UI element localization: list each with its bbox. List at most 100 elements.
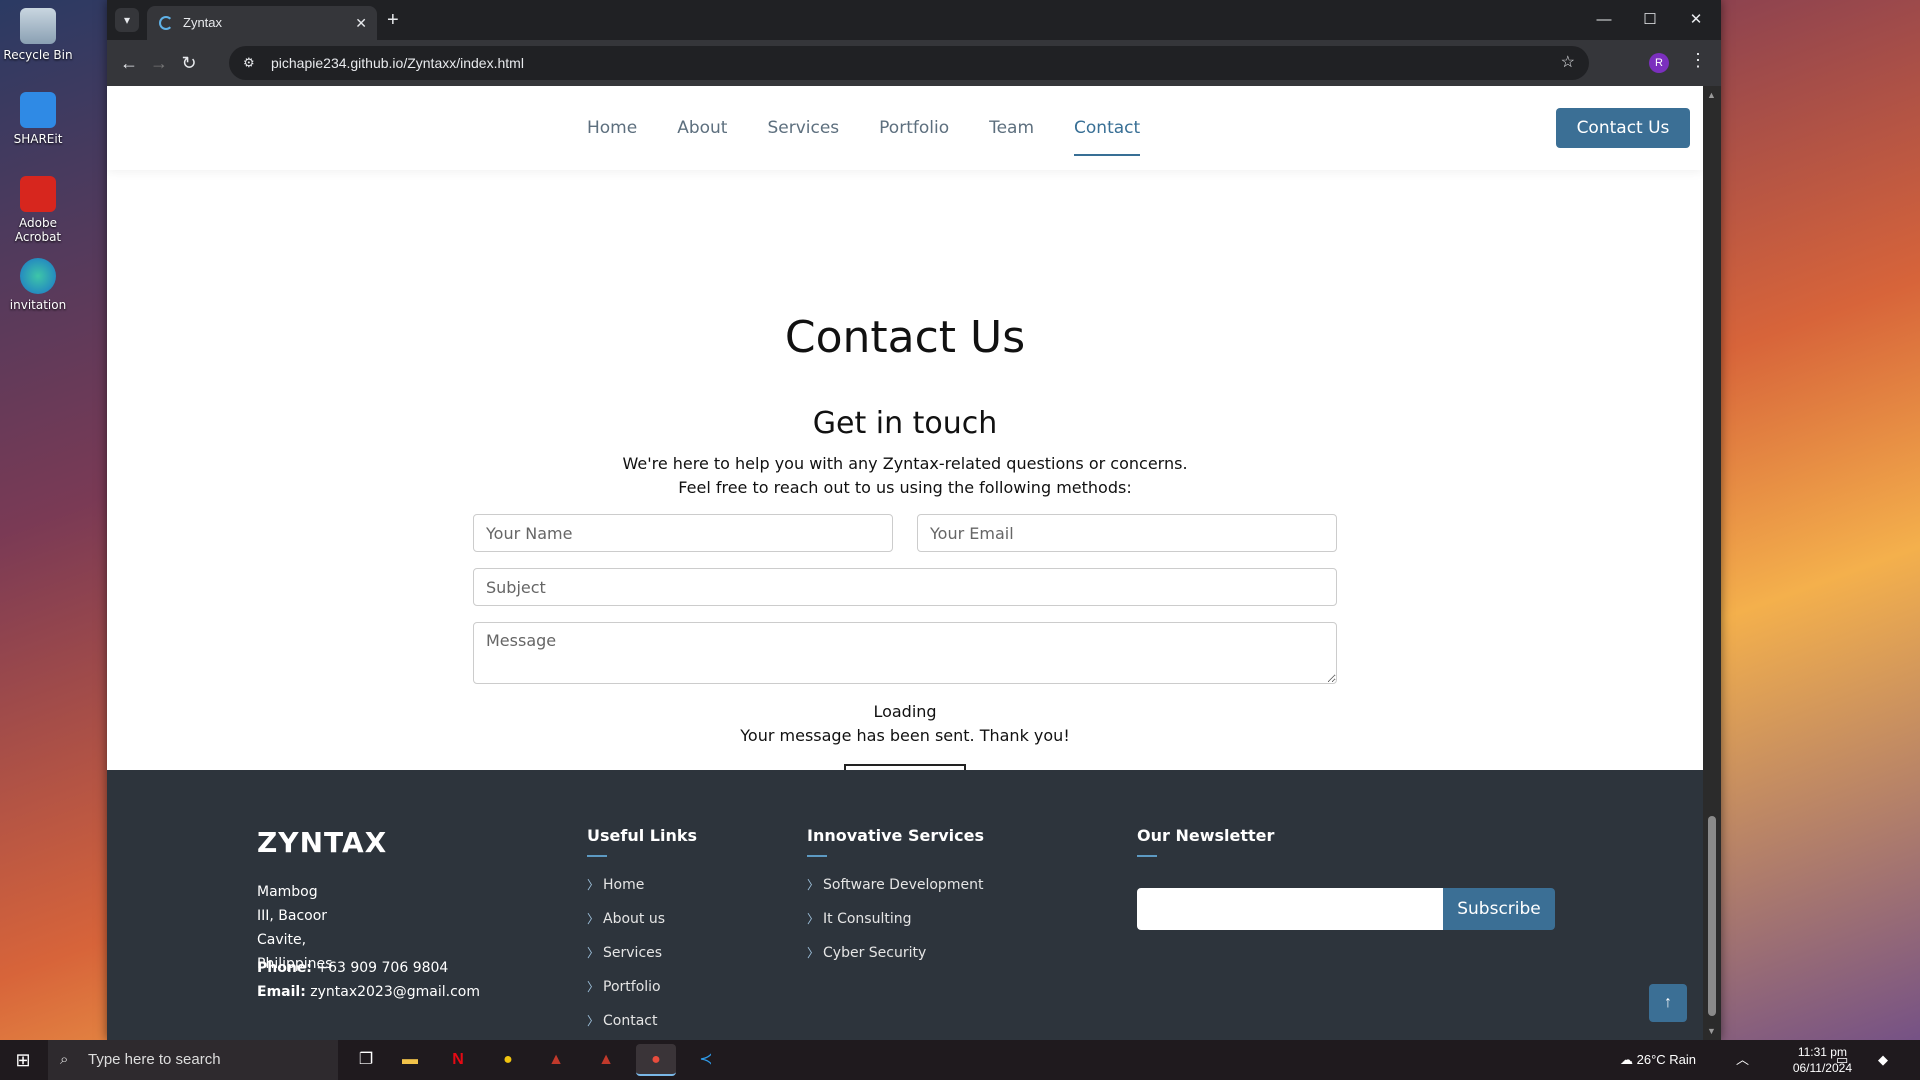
subject-field[interactable] [473, 568, 1337, 606]
intro-line-1: We're here to help you with any Zyntax-r… [622, 454, 1188, 473]
footer-link-portfolio[interactable]: 〉 Portfolio [587, 970, 665, 1004]
tray-overflow-icon[interactable]: ︿ [1736, 1040, 1749, 1080]
page-title: Contact Us [784, 312, 1026, 363]
email-value: zyntax2023@gmail.com [310, 984, 480, 1000]
scrollbar-thumb[interactable] [1708, 816, 1716, 1016]
newsletter-title: Our Newsletter [1137, 826, 1275, 857]
service-label: It Consulting [823, 911, 912, 927]
back-to-top-button[interactable]: ↑ [1649, 984, 1687, 1022]
search-icon: ⌕ [60, 1051, 69, 1068]
footer-service-security[interactable]: 〉 Cyber Security [807, 936, 983, 970]
tab-search-button[interactable]: ▾ [115, 8, 139, 32]
page-scrollbar[interactable]: ▲ ▼ [1703, 86, 1721, 1040]
browser-tab[interactable]: Zyntax ✕ [147, 6, 377, 40]
message-field[interactable] [473, 622, 1337, 684]
desktop-icon-label: Adobe Acrobat [14, 216, 62, 244]
service-label: Software Development [823, 877, 984, 893]
back-button[interactable]: ← [117, 51, 141, 75]
footer-link-services[interactable]: 〉 Services [587, 936, 665, 970]
footer-brand: ZYNTAX [257, 826, 388, 859]
loading-favicon-icon [159, 16, 173, 30]
nav-portfolio[interactable]: Portfolio [859, 86, 969, 170]
newsletter-email-input[interactable] [1137, 888, 1443, 930]
footer-link-about[interactable]: 〉 About us [587, 902, 665, 936]
link-label: Home [603, 877, 645, 893]
loading-text: Loading [873, 702, 937, 721]
chevron-right-icon: 〉 [587, 912, 600, 926]
phone-value: +63 909 706 9804 [316, 960, 449, 976]
subscribe-button[interactable]: Subscribe [1443, 888, 1555, 930]
site-info-icon[interactable]: ⚙ [243, 46, 255, 80]
section-subtitle: Get in touch [812, 406, 998, 441]
taskbar-search[interactable]: ⌕ Type here to search [48, 1040, 338, 1080]
footer-contact-info: Phone: +63 909 706 9804 Email: zyntax202… [257, 956, 480, 1004]
chrome-icon[interactable]: ● [488, 1044, 528, 1076]
minimize-button[interactable]: — [1581, 0, 1627, 40]
useful-links-list: 〉 Home 〉 About us 〉 Services 〉 Portfolio 〉 Co… [587, 868, 665, 1038]
forward-button[interactable]: → [147, 51, 171, 75]
link-label: Portfolio [603, 979, 661, 995]
vscode-icon[interactable]: ≺ [686, 1044, 726, 1076]
nav-home[interactable]: Home [567, 86, 657, 170]
browser-toolbar: ← → ↻ ⚙ pichapie234.github.io/Zyntaxx/in… [107, 40, 1721, 86]
netflix-icon[interactable]: N [438, 1044, 478, 1076]
intro-text: We're here to help you with any Zyntax-r… [107, 452, 1703, 500]
desktop-icon-recycle-bin[interactable]: Recycle Bin [0, 8, 76, 62]
newsletter-form: Subscribe [1137, 888, 1555, 930]
site-header: Home About Services Portfolio Team Conta… [107, 86, 1703, 170]
header-contact-button[interactable]: Contact Us [1556, 108, 1690, 148]
footer-service-consulting[interactable]: 〉 It Consulting [807, 902, 983, 936]
desktop-icon-invitation[interactable]: invitation [0, 258, 76, 312]
desktop-icon-label: SHAREit [13, 132, 63, 146]
name-field[interactable] [473, 514, 893, 552]
close-tab-icon[interactable]: ✕ [355, 6, 367, 40]
weather-widget[interactable]: ☁ 26°C Rain [1620, 1040, 1696, 1080]
link-label: Contact [603, 1013, 658, 1029]
email-field[interactable] [917, 514, 1337, 552]
desktop-icon-shareit[interactable]: SHAREit [0, 92, 76, 146]
scroll-down-icon[interactable]: ▼ [1707, 1026, 1716, 1036]
footer-link-contact[interactable]: 〉 Contact [587, 1004, 665, 1038]
scroll-up-icon[interactable]: ▲ [1707, 90, 1716, 100]
chevron-right-icon: 〉 [807, 878, 820, 892]
browser-menu-icon[interactable]: ⋮ [1689, 50, 1707, 71]
close-window-button[interactable]: ✕ [1673, 0, 1719, 40]
footer-service-software[interactable]: 〉 Software Development [807, 868, 983, 902]
browser-window: ▾ Zyntax ✕ + — ☐ ✕ ← → ↻ ⚙ pichapie234.g… [107, 0, 1721, 1040]
chevron-right-icon: 〉 [807, 946, 820, 960]
game-app-2-icon[interactable]: ▲ [586, 1044, 626, 1076]
chevron-right-icon: 〉 [587, 980, 600, 994]
nav-about[interactable]: About [657, 86, 747, 170]
nav-team[interactable]: Team [969, 86, 1054, 170]
nav-contact[interactable]: Contact [1054, 86, 1160, 170]
weather-text: 26°C Rain [1636, 1052, 1697, 1067]
email-label: Email: [257, 984, 306, 1000]
desktop-icon-adobe-acrobat[interactable]: Adobe Acrobat [0, 176, 76, 244]
nav-services[interactable]: Services [747, 86, 859, 170]
link-label: Services [603, 945, 663, 961]
new-tab-button[interactable]: + [387, 8, 399, 32]
windows-start-icon[interactable]: ⊞ [0, 1040, 46, 1080]
edge-icon [20, 258, 56, 294]
notifications-icon[interactable]: ▭ [1836, 1040, 1848, 1080]
adobe-acrobat-icon [20, 176, 56, 212]
footer-link-home[interactable]: 〉 Home [587, 868, 665, 902]
link-label: About us [603, 911, 666, 927]
address-bar[interactable]: ⚙ pichapie234.github.io/Zyntaxx/index.ht… [229, 46, 1589, 80]
intro-line-2: Feel free to reach out to us using the f… [678, 478, 1132, 497]
recycle-bin-icon [20, 8, 56, 44]
file-explorer-icon[interactable]: ▬ [390, 1044, 430, 1076]
task-view-icon[interactable]: ❐ [346, 1044, 386, 1076]
tab-title: Zyntax [183, 15, 223, 30]
chevron-right-icon: 〉 [807, 912, 820, 926]
chevron-right-icon: 〉 [587, 1014, 600, 1028]
game-app-icon[interactable]: ▲ [536, 1044, 576, 1076]
maximize-button[interactable]: ☐ [1627, 0, 1673, 40]
bookmark-star-icon[interactable]: ☆ [1561, 46, 1575, 80]
reload-button[interactable]: ↻ [177, 51, 201, 75]
profile-avatar[interactable]: R [1649, 53, 1669, 73]
copilot-icon[interactable]: ◆ [1878, 1040, 1888, 1080]
chrome-profile-icon[interactable]: ● [636, 1044, 676, 1076]
services-title: Innovative Services [807, 826, 984, 857]
chevron-right-icon: 〉 [587, 878, 600, 892]
